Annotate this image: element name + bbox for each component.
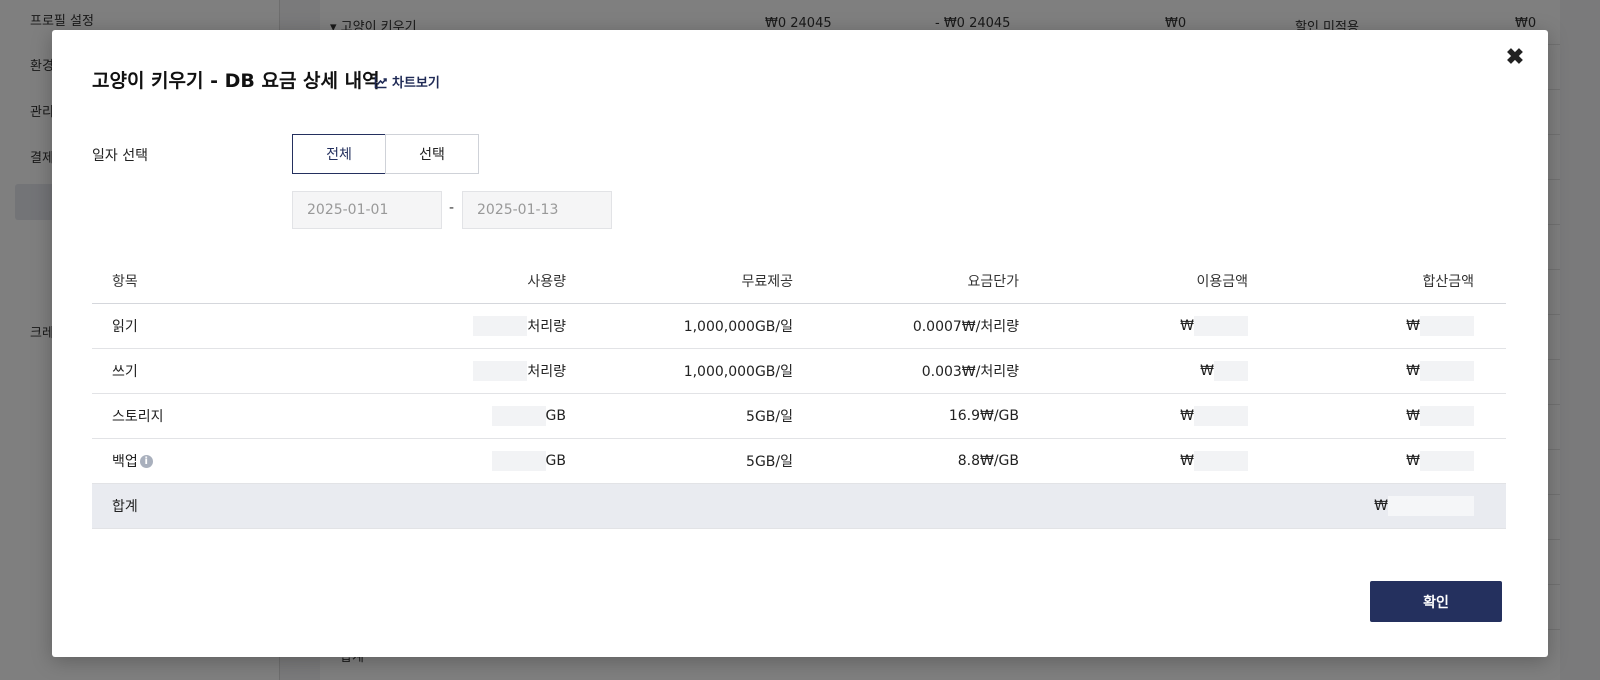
amount-value-placeholder	[1214, 361, 1248, 381]
total-value-placeholder	[1388, 496, 1474, 516]
table-row: 쓰기 처리량 1,000,000GB/일 0.003₩/처리량 ₩ ₩	[92, 349, 1506, 394]
row-sum: ₩	[1406, 304, 1474, 348]
row-unit-price: 8.8₩/GB	[957, 453, 1019, 469]
table-row: 읽기 처리량 1,000,000GB/일 0.0007₩/처리량 ₩ ₩	[92, 304, 1506, 349]
row-amount: ₩	[1180, 304, 1248, 348]
sum-value-placeholder	[1420, 316, 1474, 336]
date-select-label: 일자 선택	[92, 148, 148, 164]
row-sum: ₩	[1406, 349, 1474, 393]
end-date-input[interactable]	[462, 191, 612, 229]
usage-value-placeholder	[491, 406, 546, 426]
row-name: 읽기	[112, 319, 138, 335]
segment-select-button[interactable]: 선택	[385, 134, 479, 174]
row-usage: 처리량	[473, 349, 566, 393]
header-unit-price: 요금단가	[967, 274, 1019, 290]
usage-value-placeholder	[491, 451, 546, 471]
total-label: 합계	[112, 499, 138, 515]
row-amount: ₩	[1200, 349, 1248, 393]
table-total-row: 합계 ₩	[92, 484, 1506, 529]
row-unit-price: 16.9₩/GB	[948, 408, 1019, 424]
header-amount: 이용금액	[1196, 274, 1248, 290]
date-range-toggle: 전체 선택	[292, 134, 479, 174]
amount-value-placeholder	[1194, 406, 1248, 426]
header-usage: 사용량	[527, 274, 566, 290]
chart-view-link[interactable]: 차트보기	[374, 72, 440, 91]
date-separator: -	[449, 200, 455, 216]
sum-value-placeholder	[1420, 451, 1474, 471]
segment-all-button[interactable]: 전체	[292, 134, 386, 174]
row-sum: ₩	[1406, 439, 1474, 483]
table-row: 스토리지 GB 5GB/일 16.9₩/GB ₩ ₩	[92, 394, 1506, 439]
line-chart-icon	[374, 76, 387, 88]
usage-value-placeholder	[473, 361, 528, 381]
table-row: 백업 i GB 5GB/일 8.8₩/GB ₩ ₩	[92, 439, 1506, 484]
chart-view-label: 차트보기	[392, 76, 440, 91]
header-sum: 합산금액	[1422, 274, 1474, 290]
header-item: 항목	[112, 274, 138, 290]
usage-value-placeholder	[473, 316, 528, 336]
row-sum: ₩	[1406, 394, 1474, 438]
header-free: 무료제공	[741, 274, 793, 290]
row-usage: GB	[491, 439, 566, 483]
total-sum: ₩	[1374, 484, 1474, 528]
row-free: 5GB/일	[746, 454, 793, 470]
amount-value-placeholder	[1194, 451, 1248, 471]
modal-title: 고양이 키우기 - DB 요금 상세 내역	[92, 70, 380, 92]
sum-value-placeholder	[1420, 361, 1474, 381]
row-name: 스토리지	[112, 409, 164, 425]
row-unit-price: 0.0007₩/처리량	[912, 319, 1019, 335]
row-free: 1,000,000GB/일	[683, 319, 793, 335]
sum-value-placeholder	[1420, 406, 1474, 426]
confirm-button[interactable]: 확인	[1370, 581, 1502, 622]
db-cost-detail-modal: ✖ 고양이 키우기 - DB 요금 상세 내역 차트보기 일자 선택 전체 선택…	[52, 30, 1548, 657]
close-icon[interactable]: ✖	[1502, 44, 1528, 70]
info-icon[interactable]: i	[139, 454, 153, 468]
row-amount: ₩	[1180, 439, 1248, 483]
row-usage: GB	[491, 394, 566, 438]
cost-detail-table: 항목 사용량 무료제공 요금단가 이용금액 합산금액 읽기 처리량 1,000,…	[92, 259, 1506, 529]
row-free: 5GB/일	[746, 409, 793, 425]
row-name: 쓰기	[112, 364, 138, 380]
table-header: 항목 사용량 무료제공 요금단가 이용금액 합산금액	[92, 259, 1506, 304]
row-free: 1,000,000GB/일	[683, 364, 793, 380]
row-amount: ₩	[1180, 394, 1248, 438]
amount-value-placeholder	[1194, 316, 1248, 336]
row-unit-price: 0.003₩/처리량	[921, 364, 1019, 380]
row-name: 백업 i	[112, 439, 153, 483]
row-usage: 처리량	[473, 304, 566, 348]
start-date-input[interactable]	[292, 191, 442, 229]
